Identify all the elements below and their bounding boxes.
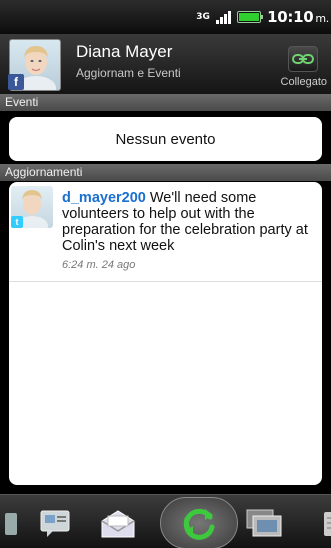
events-empty-text: Nessun evento bbox=[115, 130, 216, 148]
update-username[interactable]: d_mayer200 bbox=[62, 190, 146, 206]
link-button[interactable] bbox=[288, 46, 318, 72]
email-icon bbox=[101, 510, 135, 538]
messages-icon bbox=[40, 510, 70, 537]
status-time: 10:10 m. bbox=[267, 8, 329, 26]
tb-partial-left[interactable] bbox=[0, 505, 32, 543]
refresh-icon bbox=[183, 508, 215, 540]
update-message: d_mayer200 We'll need some volunteers to… bbox=[62, 190, 318, 254]
contact-name: Diana Mayer bbox=[76, 42, 173, 61]
email-button[interactable] bbox=[98, 505, 138, 543]
updates-section-header: Aggiornamenti bbox=[0, 164, 331, 181]
facebook-icon: f bbox=[8, 74, 24, 90]
link-status-label: Collegato bbox=[280, 76, 327, 88]
contact-subtitle: Aggiornam e Eventi bbox=[76, 66, 181, 80]
twitter-icon: t bbox=[11, 216, 23, 228]
update-timestamp: 6:24 m. 24 ago bbox=[62, 259, 136, 271]
updates-list[interactable]: t d_mayer200 We'll need some volunteers … bbox=[9, 182, 322, 485]
status-bar: 3G 10:10 m. bbox=[0, 0, 331, 34]
refresh-button[interactable] bbox=[160, 497, 238, 548]
more-icon bbox=[324, 512, 331, 536]
network-type: 3G bbox=[196, 12, 210, 22]
signal-icon bbox=[216, 10, 232, 24]
events-section-header: Eventi bbox=[0, 94, 331, 111]
bottom-toolbar bbox=[0, 494, 331, 548]
battery-icon bbox=[237, 11, 264, 23]
events-empty-card: Nessun evento bbox=[9, 117, 322, 161]
partial-tab-icon bbox=[5, 513, 17, 535]
more-button[interactable] bbox=[312, 505, 331, 543]
chain-link-icon bbox=[292, 54, 314, 64]
messages-button[interactable] bbox=[36, 505, 76, 543]
gallery-icon bbox=[246, 509, 282, 537]
contact-header: f Diana Mayer Aggiornam e Eventi Collega… bbox=[0, 34, 331, 94]
list-item[interactable]: t d_mayer200 We'll need some volunteers … bbox=[9, 182, 322, 282]
gallery-button[interactable] bbox=[244, 505, 284, 543]
